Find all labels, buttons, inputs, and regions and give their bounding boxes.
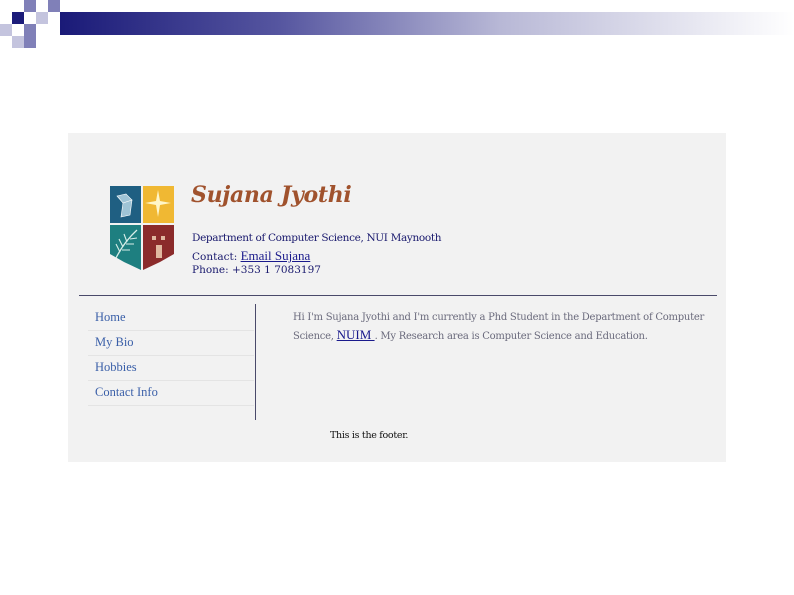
decor-square xyxy=(48,0,60,12)
phone-text: Phone: +353 1 7083197 xyxy=(192,264,321,276)
nav-item-hobbies[interactable]: Hobbies xyxy=(88,356,254,381)
webpage-screenshot: Sujana Jyothi Department of Computer Sci… xyxy=(68,133,726,462)
decor-square xyxy=(12,12,24,24)
decor-gradient-bar xyxy=(60,12,794,35)
contact-label: Contact: xyxy=(192,251,238,263)
decor-square xyxy=(24,0,36,12)
email-link[interactable]: Email Sujana xyxy=(241,248,311,263)
intro-text-end: . My Research area is Computer Science a… xyxy=(374,331,648,342)
nav-item-contact-info[interactable]: Contact Info xyxy=(88,381,254,406)
slide-decoration xyxy=(0,0,794,50)
sidebar-divider xyxy=(255,304,256,420)
nav-item-my-bio[interactable]: My Bio xyxy=(88,331,254,356)
header-divider xyxy=(79,295,717,296)
sidebar-nav: Home My Bio Hobbies Contact Info xyxy=(88,306,254,406)
site-title: Sujana Jyothi xyxy=(191,182,352,208)
nav-item-home[interactable]: Home xyxy=(88,306,254,331)
decor-square xyxy=(24,36,36,48)
decor-square xyxy=(0,24,12,36)
nuim-link[interactable]: NUIM xyxy=(337,327,375,342)
main-content: Hi I'm Sujana Jyothi and I'm currently a… xyxy=(293,309,718,345)
department-text: Department of Computer Science, NUI Mayn… xyxy=(192,232,442,244)
university-crest-icon xyxy=(110,186,174,270)
contact-line: Contact: Email Sujana xyxy=(192,248,310,264)
decor-square xyxy=(36,12,48,24)
decor-square xyxy=(12,36,24,48)
footer-text: This is the footer. xyxy=(330,430,409,441)
decor-square xyxy=(24,24,36,36)
